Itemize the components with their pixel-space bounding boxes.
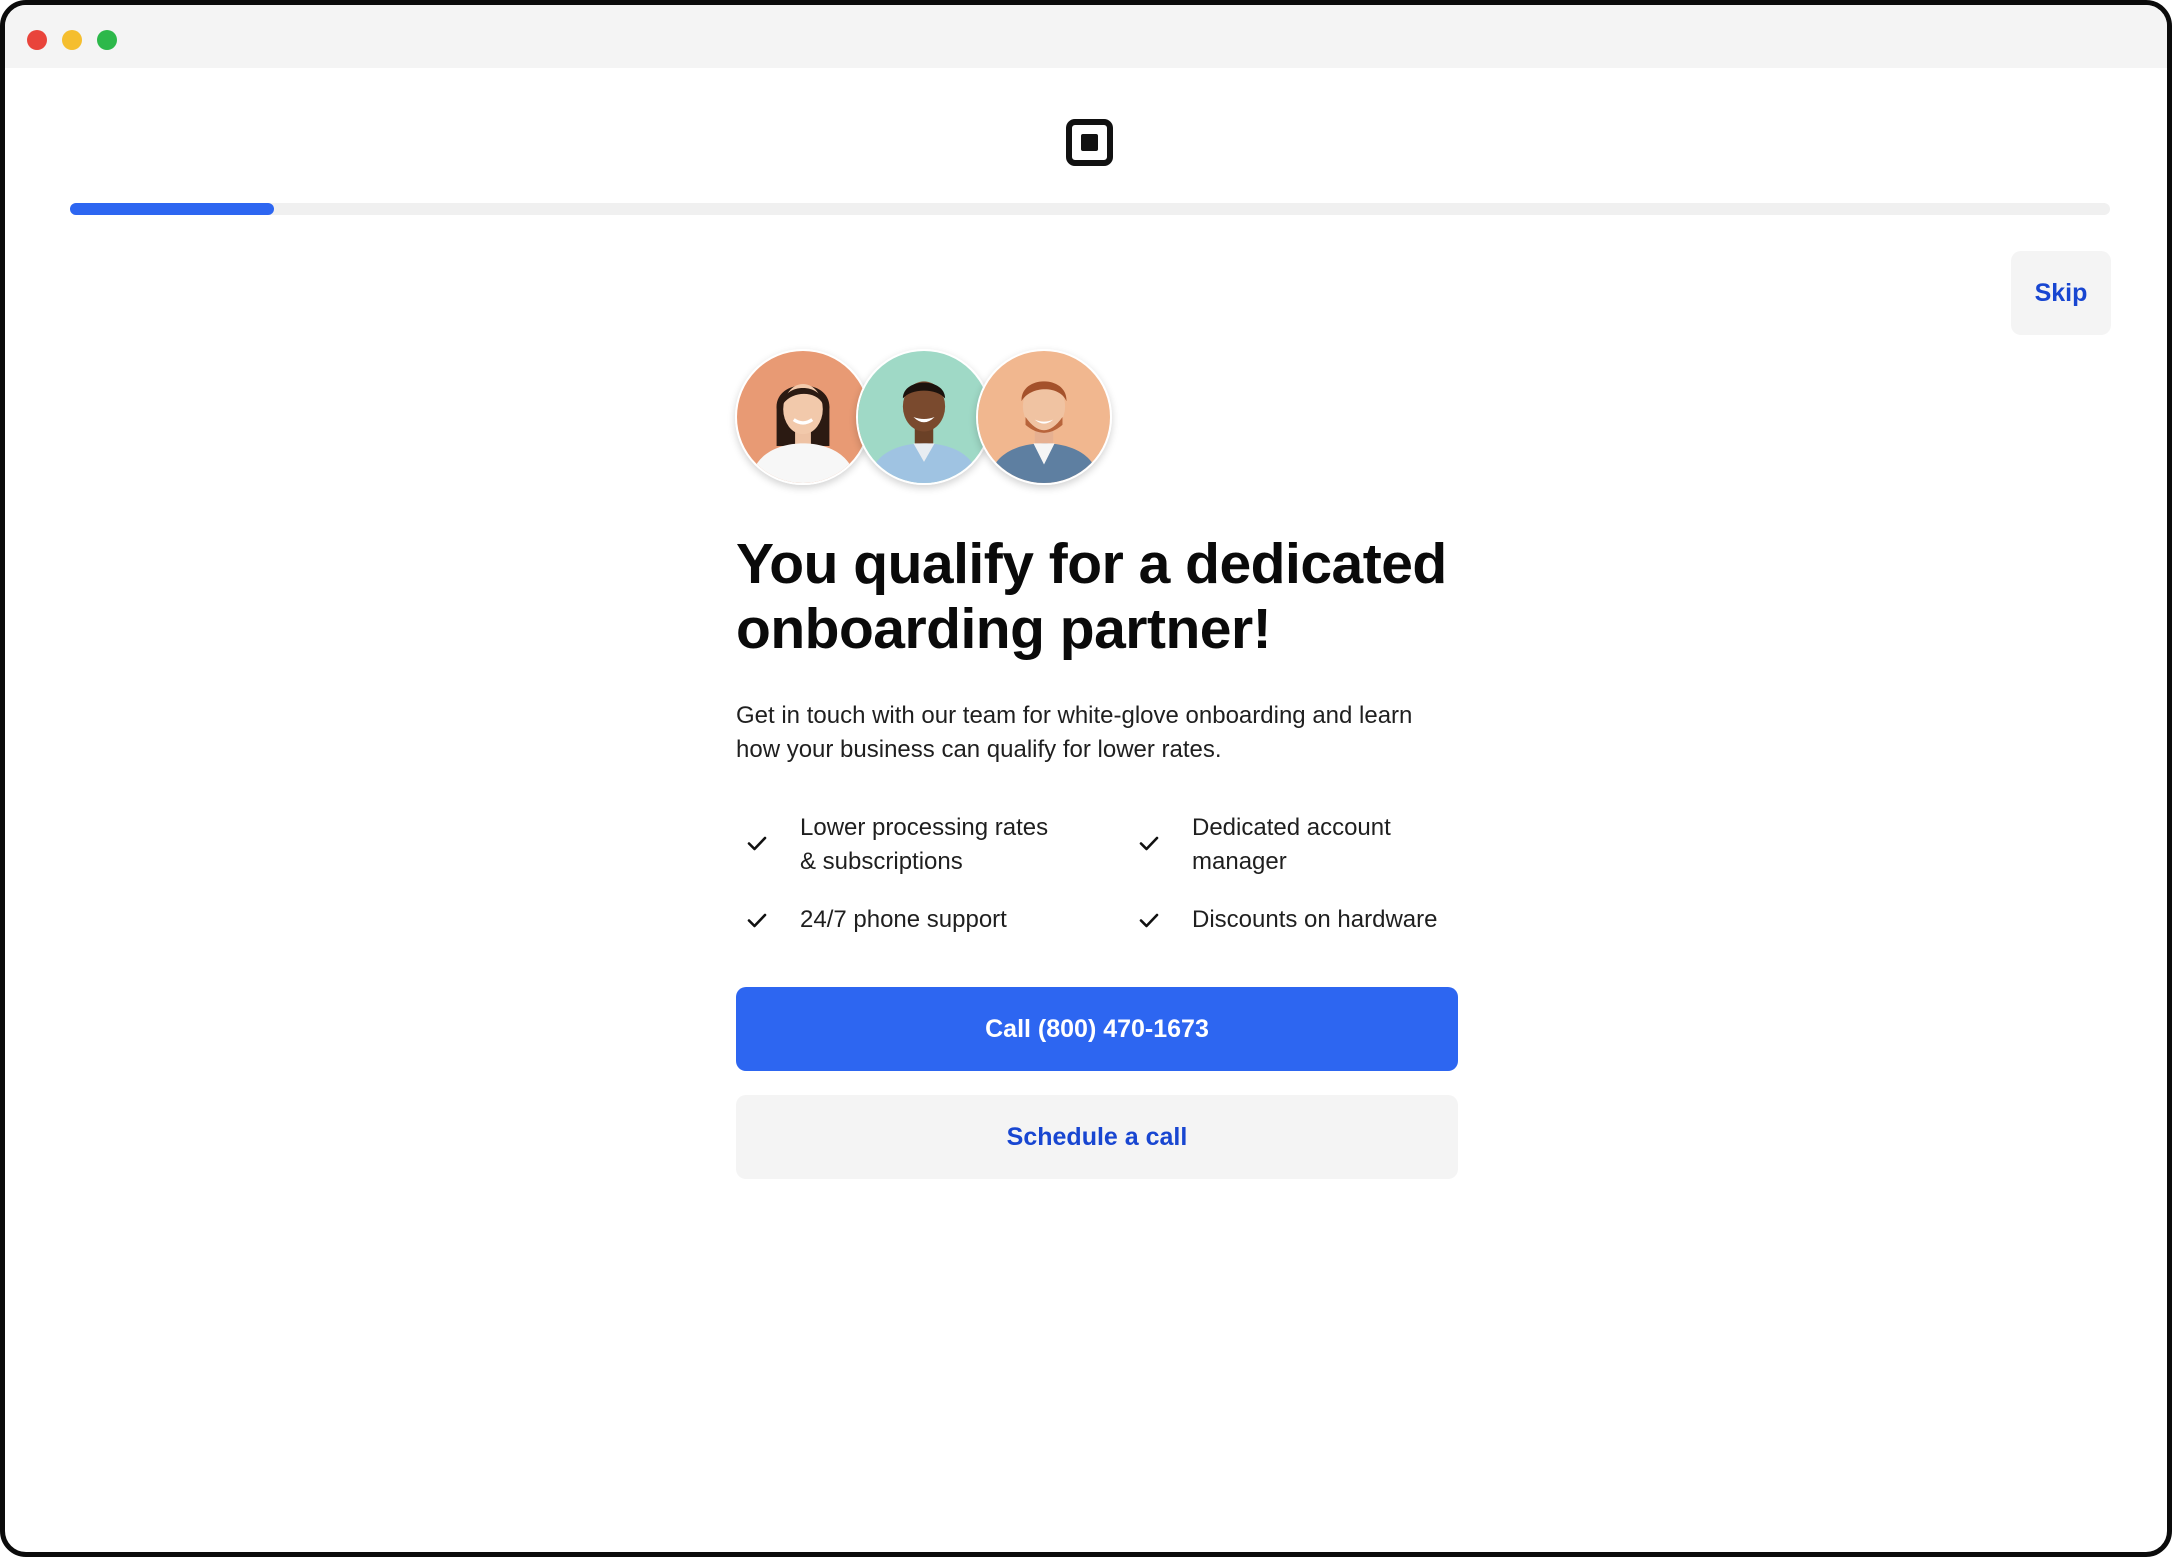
benefit-label: Lower processing rates & subscriptions	[800, 811, 1090, 879]
maximize-window-button[interactable]	[97, 30, 117, 50]
benefit-label-line-2: & subscriptions	[800, 848, 963, 875]
benefit-label: Dedicated account manager	[1192, 811, 1482, 879]
onboarding-team-avatars	[735, 349, 1155, 489]
benefit-item: 24/7 phone support	[742, 903, 1090, 937]
page-title-line-2: onboarding partner!	[736, 597, 1272, 661]
progress-bar-fill	[70, 203, 274, 215]
benefit-item: Dedicated account manager	[1134, 811, 1482, 879]
benefit-item: Discounts on hardware	[1134, 903, 1482, 937]
benefit-item: Lower processing rates & subscriptions	[742, 811, 1090, 879]
schedule-call-button[interactable]: Schedule a call	[736, 1095, 1458, 1179]
benefit-label-line-1: Lower processing rates	[800, 814, 1049, 841]
page-title: You qualify for a dedicated onboarding p…	[736, 532, 1496, 662]
check-icon	[742, 828, 772, 858]
minimize-window-button[interactable]	[62, 30, 82, 50]
square-logo-inner	[1081, 134, 1098, 151]
check-icon	[1134, 905, 1164, 935]
description-line-1: Get in touch with our team for white-glo…	[736, 702, 1413, 729]
check-icon	[1134, 828, 1164, 858]
browser-window: Skip You qualify for a dedicated onboard…	[0, 0, 2172, 1557]
description-line-2: how your business can qualify for lower …	[736, 736, 1222, 763]
person-avatar-man	[856, 349, 992, 485]
benefit-label-line-2: manager	[1192, 848, 1287, 875]
benefit-label: Discounts on hardware	[1192, 906, 1438, 933]
onboarding-progress-bar	[70, 203, 2110, 215]
page-title-line-1: You qualify for a dedicated	[736, 532, 1447, 596]
close-window-button[interactable]	[27, 30, 47, 50]
square-logo-icon	[1066, 119, 1113, 166]
title-bar	[5, 5, 2167, 68]
benefit-label: 24/7 phone support	[800, 906, 1007, 933]
page-description: Get in touch with our team for white-glo…	[736, 699, 1476, 767]
call-phone-button[interactable]: Call (800) 470-1673	[736, 987, 1458, 1071]
check-icon	[742, 905, 772, 935]
benefit-label-line-1: Dedicated account	[1192, 814, 1391, 841]
person-avatar-woman	[735, 349, 871, 485]
benefits-list: Lower processing rates & subscriptions D…	[736, 811, 1476, 951]
person-avatar-man-redhead	[976, 349, 1112, 485]
skip-button[interactable]: Skip	[2011, 251, 2111, 335]
